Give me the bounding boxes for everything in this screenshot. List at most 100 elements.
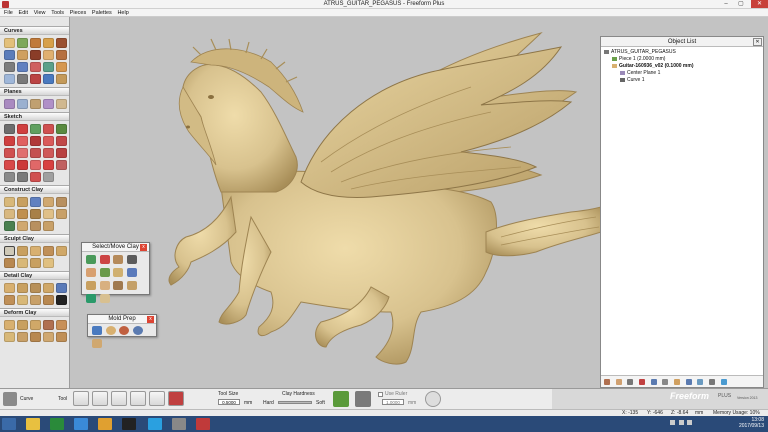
clay-hardness-slider[interactable] [278,401,312,404]
deform-tool[interactable] [4,332,15,342]
deform-tool[interactable] [30,332,41,342]
select-move-clay-close-button[interactable]: x [140,244,147,251]
sketch-tool[interactable] [4,124,15,134]
curve-tool[interactable] [56,38,67,48]
menu-edit[interactable]: Edit [19,9,28,17]
tool-shape-button[interactable] [130,391,146,406]
detail-tool[interactable] [56,295,67,305]
curve-tool[interactable] [4,62,15,72]
sketch-tool[interactable] [56,148,67,158]
sketch-tool[interactable] [4,136,15,146]
palette-sculpt-clay-header[interactable]: Sculpt Clay [0,234,69,243]
detail-tool[interactable] [30,283,41,293]
sketch-tool[interactable] [43,148,54,158]
mold-tool[interactable] [119,326,130,335]
deform-tool[interactable] [17,332,28,342]
sketch-tool[interactable] [56,160,67,170]
select-tool[interactable] [127,255,138,264]
plane-tool[interactable] [17,99,28,109]
construct-tool[interactable] [17,221,28,231]
tool-size-input[interactable]: 0.5000 [218,399,240,405]
sketch-tool[interactable] [43,160,54,170]
skype-icon[interactable] [148,418,162,430]
menu-file[interactable]: File [4,9,13,17]
curve-tool[interactable] [4,38,15,48]
detail-tool[interactable] [4,295,15,305]
select-tool[interactable] [86,255,96,264]
tree-item-center-plane[interactable]: Center Plane 1 [604,70,760,77]
sketch-tool[interactable] [17,160,28,170]
palette-detail-clay-header[interactable]: Detail Clay [0,271,69,280]
plane-tool[interactable] [4,99,15,109]
curve-tool[interactable] [43,62,54,72]
curve-tool[interactable] [17,74,28,84]
sketch-tool[interactable] [56,124,67,134]
move-tool[interactable] [86,294,96,303]
menu-pieces[interactable]: Pieces [70,9,87,17]
sketch-tool[interactable] [4,148,15,158]
construct-tool[interactable] [17,197,28,207]
excel-icon[interactable] [50,418,64,430]
object-action-icon[interactable] [604,379,610,385]
visibility-icon[interactable] [612,56,617,61]
sculpt-tool[interactable] [17,258,28,268]
curve-tool[interactable] [43,74,54,84]
detail-tool[interactable] [30,295,41,305]
detail-tool[interactable] [17,283,28,293]
palette-curves-header[interactable]: Curves [0,26,69,35]
curve-tool[interactable] [56,50,67,60]
detail-tool[interactable] [56,283,67,293]
curve-tool[interactable] [43,50,54,60]
construct-tool[interactable] [4,209,15,219]
curve-tool[interactable] [30,74,41,84]
curve-tool[interactable] [17,62,28,72]
menu-palettes[interactable]: Palettes [92,9,112,17]
tool-shape-button[interactable] [168,391,184,406]
tree-item-root[interactable]: ATRUS_GUITAR_PEGASUS [604,49,760,56]
deform-tool[interactable] [43,332,54,342]
mold-prep-close-button[interactable]: x [147,316,154,323]
app-icon[interactable] [122,418,136,430]
sketch-tool[interactable] [30,148,41,158]
freeform-app-icon[interactable] [196,418,210,430]
volume-icon[interactable] [678,420,684,425]
detail-tool[interactable] [43,295,54,305]
mold-tool[interactable] [92,326,102,335]
mold-prep-palette[interactable]: Mold Prep x [87,314,157,348]
sketch-tool[interactable] [17,136,28,146]
construct-tool[interactable] [4,197,15,207]
move-tool[interactable] [113,281,124,290]
detail-tool[interactable] [43,283,54,293]
object-action-icon[interactable] [650,379,657,385]
sketch-tool[interactable] [43,136,54,146]
select-tool[interactable] [113,255,124,264]
sketch-tool[interactable] [30,172,41,182]
clock[interactable]: 13:08 2017/09/13 [728,417,764,429]
palette-deform-clay-header[interactable]: Deform Clay [0,308,69,317]
plane-tool[interactable] [56,99,67,109]
object-action-icon[interactable] [697,379,704,385]
plane-tool[interactable] [43,99,54,109]
sketch-tool[interactable] [17,124,28,134]
select-tool[interactable] [99,255,110,264]
move-tool[interactable] [127,281,138,290]
menu-view[interactable]: View [34,9,46,17]
sketch-tool[interactable] [17,148,28,158]
tree-item-piece[interactable]: Piece 1 (2.0000 mm) [604,56,760,63]
object-action-icon[interactable] [685,379,692,385]
tool-shape-button[interactable] [111,391,127,406]
sketch-tool[interactable] [30,136,41,146]
curve-tool[interactable] [56,74,67,84]
sculpt-tool[interactable] [4,258,15,268]
close-button[interactable]: ✕ [751,0,768,8]
palette-planes-header[interactable]: Planes [0,87,69,96]
object-action-icon[interactable] [674,379,681,385]
plane-tool[interactable] [30,99,41,109]
network-icon[interactable] [670,420,675,425]
start-button-icon[interactable] [2,418,16,430]
object-action-icon[interactable] [709,379,716,385]
deform-tool[interactable] [30,320,41,330]
folder-icon[interactable] [98,418,112,430]
construct-tool[interactable] [56,197,67,207]
curve-tool[interactable] [17,50,28,60]
